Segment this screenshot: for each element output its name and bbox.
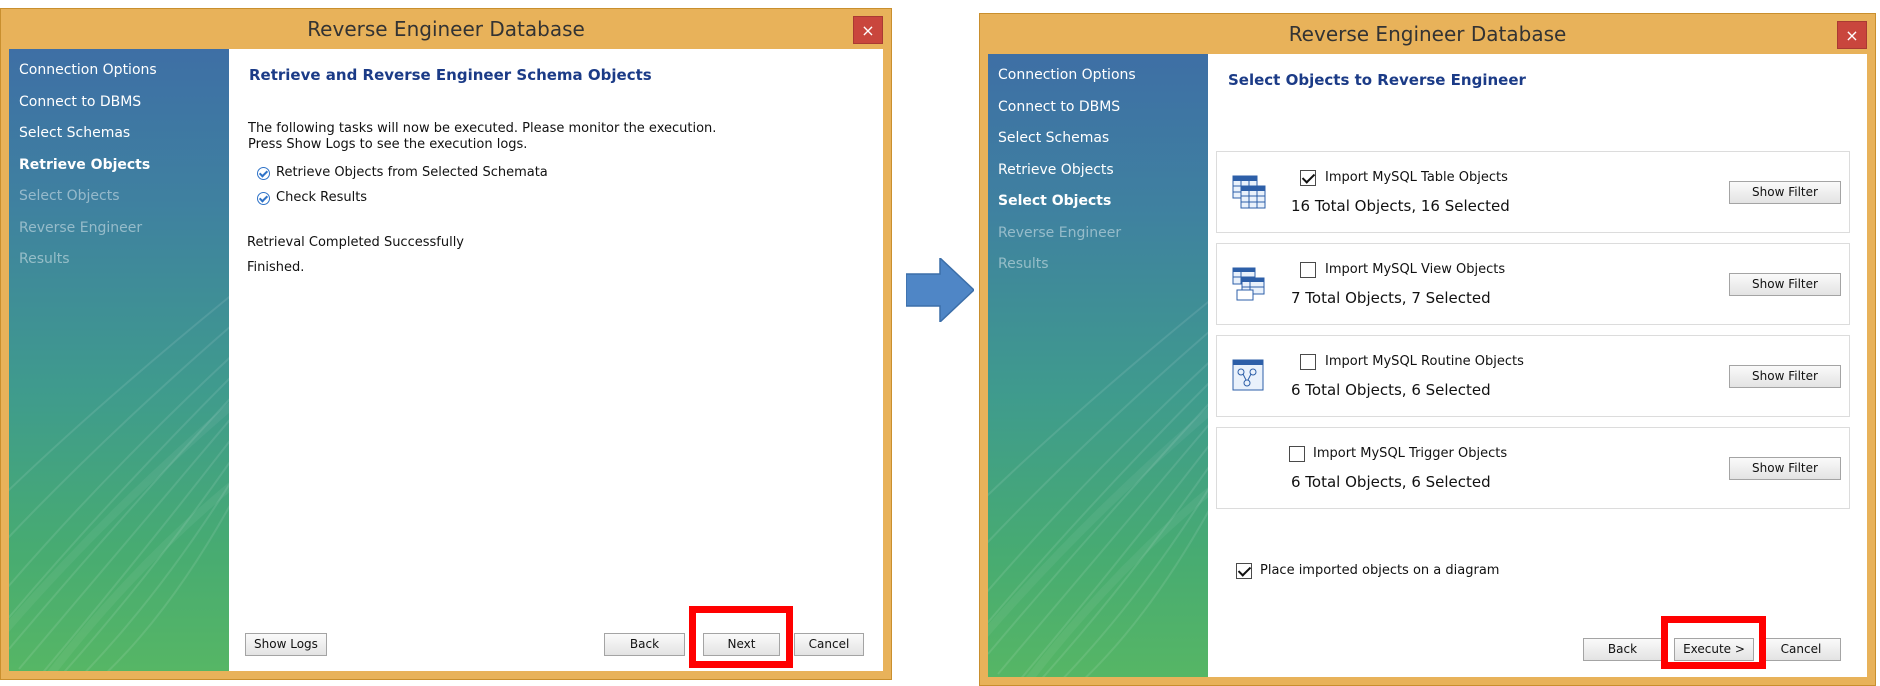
wizard-client-area: Connection Options Connect to DBMS Selec… (9, 49, 883, 671)
import-triggers-label: Import MySQL Trigger Objects (1313, 446, 1508, 461)
title-bar[interactable]: Reverse Engineer Database × (1, 9, 891, 49)
place-on-diagram-label: Place imported objects on a diagram (1260, 563, 1500, 578)
nav-step-select-schemas: Select Schemas (19, 125, 131, 141)
window-title: Reverse Engineer Database (307, 17, 585, 41)
arrow-right-icon (906, 258, 974, 322)
show-logs-button[interactable]: Show Logs (245, 633, 327, 656)
nav-step-reverse-engineer: Reverse Engineer (998, 224, 1122, 241)
wizard-steps-nav: Connection Options Connect to DBMS Selec… (19, 55, 157, 276)
task-retrieve-objects: Retrieve Objects from Selected Schemata (276, 165, 548, 180)
place-on-diagram-checkbox[interactable] (1236, 563, 1252, 579)
wizard-client-area: Connection Options Connect to DBMS Selec… (988, 54, 1867, 677)
view-objects-icon (1232, 267, 1265, 301)
task-check-results: Check Results (276, 190, 368, 205)
nav-step-connect-to-dbms: Connect to DBMS (19, 93, 142, 110)
execute-button[interactable]: Execute > (1674, 638, 1754, 661)
select-objects-window: Reverse Engineer Database × Connection O… (979, 13, 1876, 686)
wizard-content: Select Objects to Reverse Engineer Impor… (1208, 54, 1867, 677)
show-filter-button[interactable]: Show Filter (1729, 181, 1841, 204)
import-tables-checkbox[interactable] (1300, 170, 1316, 186)
nav-step-retrieve-objects: Retrieve Objects (998, 161, 1114, 178)
wizard-steps-nav: Connection Options Connect to DBMS Selec… (998, 60, 1136, 281)
close-button[interactable]: × (1837, 21, 1867, 49)
close-button[interactable]: × (853, 16, 883, 44)
import-views-label: Import MySQL View Objects (1325, 262, 1506, 277)
import-routines-label: Import MySQL Routine Objects (1325, 354, 1524, 369)
show-filter-button[interactable]: Show Filter (1729, 365, 1841, 388)
routine-objects-icon (1232, 359, 1264, 391)
page-heading: Select Objects to Reverse Engineer (1228, 71, 1526, 89)
nav-step-select-objects: Select Objects (998, 193, 1112, 209)
nav-step-select-objects: Select Objects (19, 188, 120, 204)
views-count: 7 Total Objects, 7 Selected (1291, 289, 1491, 307)
window-title: Reverse Engineer Database (1288, 22, 1567, 46)
nav-step-connect-to-dbms: Connect to DBMS (998, 98, 1121, 115)
title-bar[interactable]: Reverse Engineer Database × (980, 14, 1875, 54)
object-panel-views: Import MySQL View Objects 7 Total Object… (1216, 243, 1850, 325)
object-panel-routines: Import MySQL Routine Objects 6 Total Obj… (1216, 335, 1850, 417)
object-panel-tables: Import MySQL Table Objects 16 Total Obje… (1216, 151, 1850, 233)
finished-message: Finished. (247, 260, 305, 275)
back-button[interactable]: Back (604, 633, 685, 656)
check-circle-icon (257, 192, 270, 205)
object-panel-triggers: Import MySQL Trigger Objects 6 Total Obj… (1216, 427, 1850, 509)
import-views-checkbox[interactable] (1300, 262, 1316, 278)
nav-step-reverse-engineer: Reverse Engineer (19, 219, 143, 236)
status-message: Retrieval Completed Successfully (247, 235, 465, 250)
routines-count: 6 Total Objects, 6 Selected (1291, 381, 1491, 399)
back-button[interactable]: Back (1583, 638, 1662, 661)
table-objects-icon (1232, 175, 1266, 209)
nav-step-select-schemas: Select Schemas (998, 130, 1110, 146)
nav-step-connection-options: Connection Options (998, 67, 1136, 83)
cancel-button[interactable]: Cancel (1761, 638, 1841, 661)
nav-step-retrieve-objects: Retrieve Objects (19, 156, 151, 173)
show-filter-button[interactable]: Show Filter (1729, 457, 1841, 480)
description-line-2: Press Show Logs to see the execution log… (248, 137, 528, 152)
import-routines-checkbox[interactable] (1300, 354, 1316, 370)
import-tables-label: Import MySQL Table Objects (1325, 170, 1508, 185)
check-circle-icon (257, 167, 270, 180)
retrieve-objects-window: Reverse Engineer Database × Connection O… (0, 8, 892, 680)
wizard-sidebar: Connection Options Connect to DBMS Selec… (988, 54, 1208, 677)
nav-step-results: Results (19, 251, 70, 267)
nav-step-results: Results (998, 256, 1049, 272)
wizard-content: Retrieve and Reverse Engineer Schema Obj… (229, 49, 883, 671)
show-filter-button[interactable]: Show Filter (1729, 273, 1841, 296)
wizard-sidebar: Connection Options Connect to DBMS Selec… (9, 49, 229, 671)
tables-count: 16 Total Objects, 16 Selected (1291, 197, 1510, 215)
page-heading: Retrieve and Reverse Engineer Schema Obj… (249, 66, 652, 84)
description-line-1: The following tasks will now be executed… (248, 121, 717, 136)
triggers-count: 6 Total Objects, 6 Selected (1291, 473, 1491, 491)
next-button[interactable]: Next (703, 633, 780, 656)
cancel-button[interactable]: Cancel (794, 633, 864, 656)
import-triggers-checkbox[interactable] (1289, 446, 1305, 462)
nav-step-connection-options: Connection Options (19, 62, 157, 78)
